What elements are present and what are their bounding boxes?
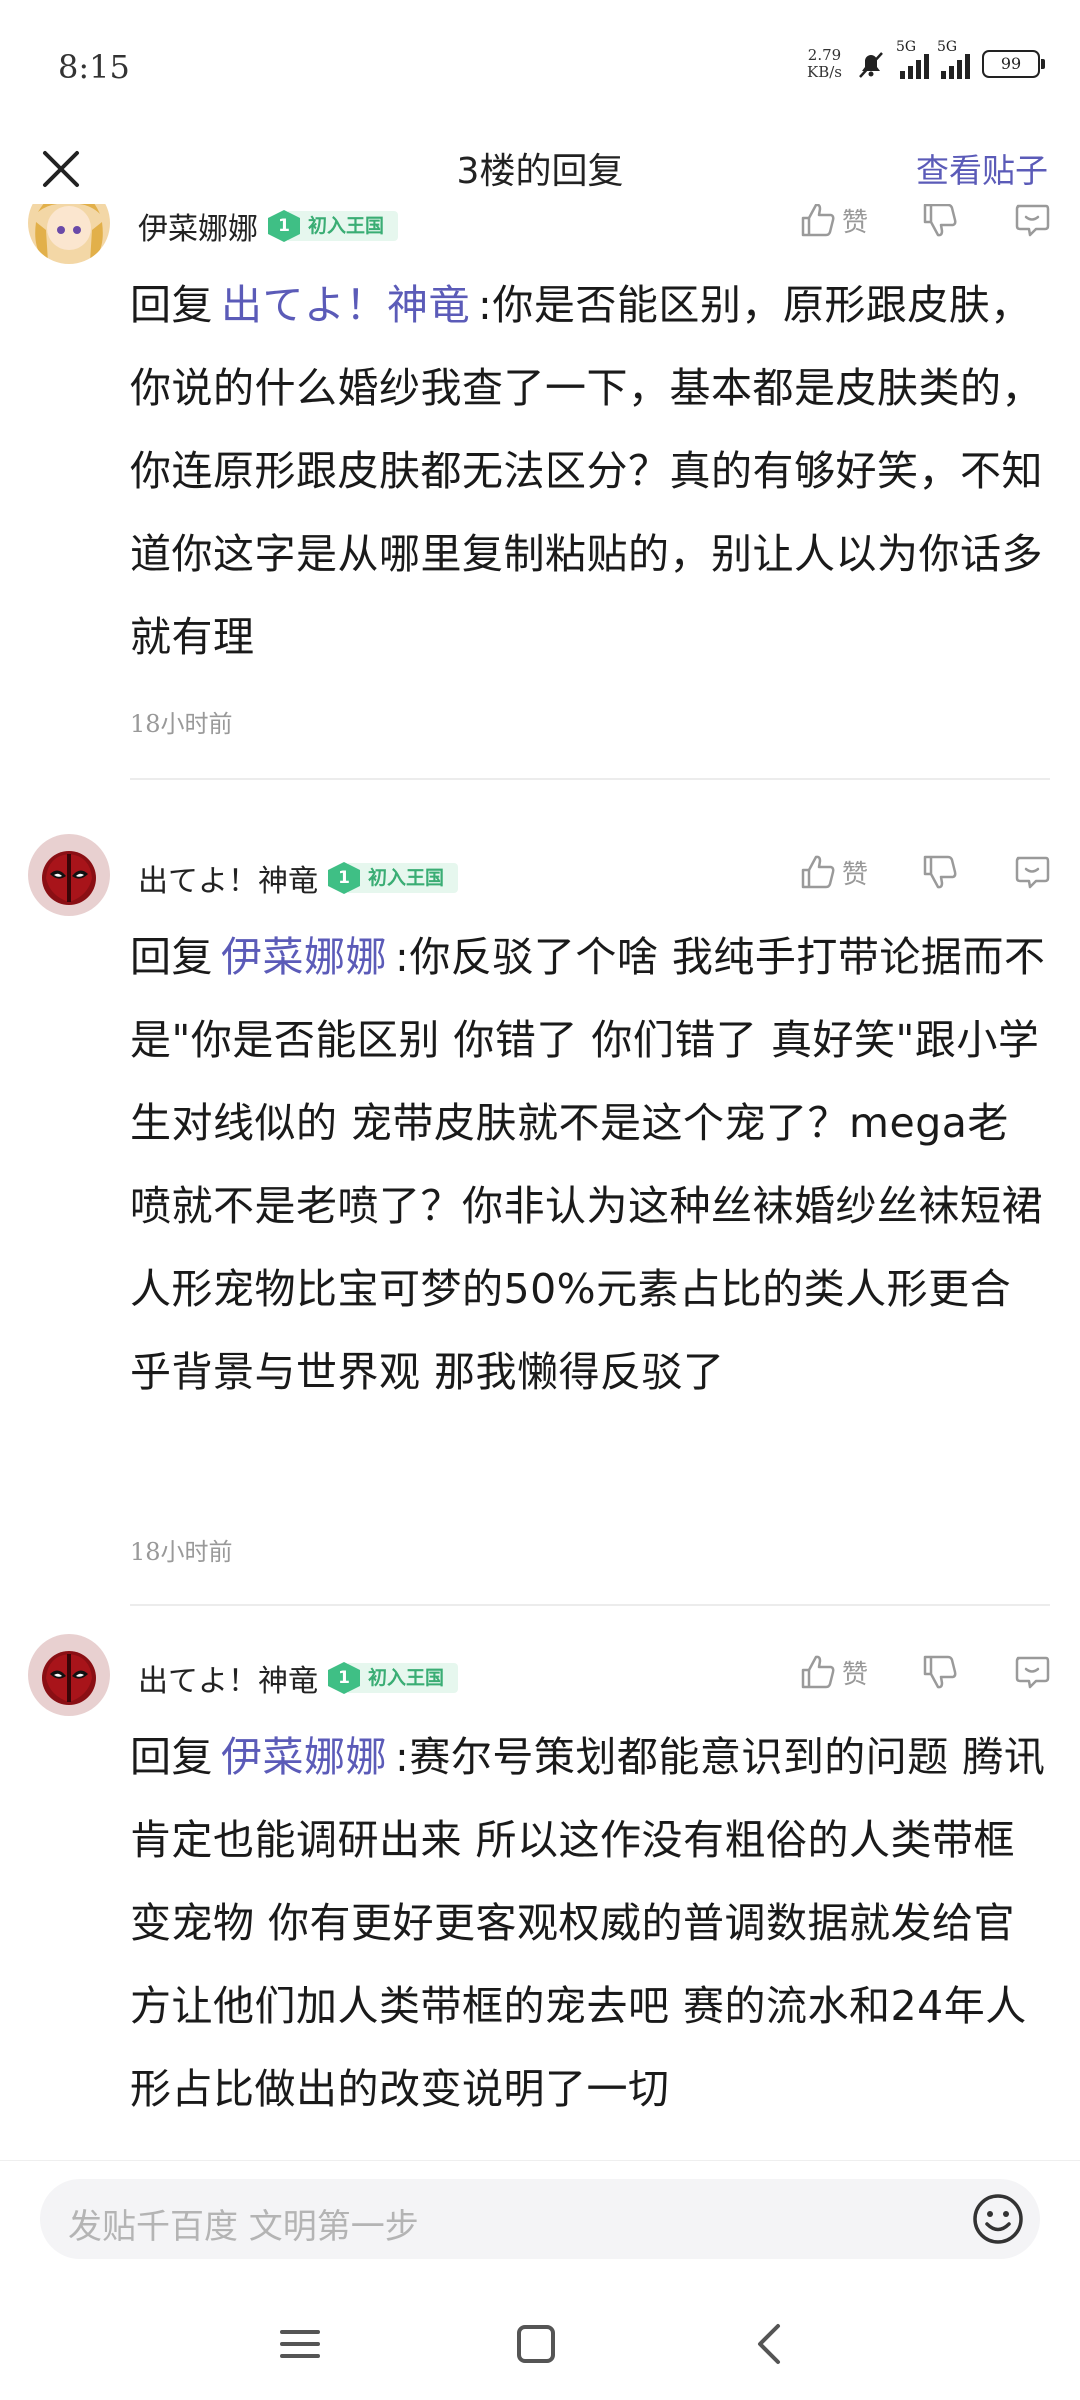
avatar[interactable]: [28, 1634, 110, 1716]
battery-icon: 99: [982, 50, 1045, 78]
like-label: 赞: [841, 207, 868, 238]
like-label: 赞: [841, 859, 868, 890]
comment-text: 回复 出てよ！神竜:你是否能区别，原形跟皮肤，你说的什么婚纱我查了一下，基本都是皮…: [130, 264, 1050, 679]
username[interactable]: 伊菜娜娜 1 初入王国: [138, 204, 399, 248]
reply-input-bar: 发贴千百度 文明第一步: [0, 2160, 1080, 2291]
comment-icon: [1015, 204, 1050, 237]
back-icon[interactable]: [740, 2314, 800, 2374]
reply-list[interactable]: 伊菜娜娜 1 初入王国 赞 回复 出てよ！神竜:你是否能区别，原形跟皮肤，你说的什…: [0, 204, 1080, 2160]
thumbs-up-icon: [801, 204, 835, 237]
level-badge: 1 初入王国: [328, 862, 459, 894]
input-placeholder: 发贴千百度 文明第一步: [68, 2207, 419, 2247]
comment-text: 回复 伊菜娜娜:赛尔号策划都能意识到的问题 腾讯肯定也能调研出来 所以这作没有粗俗…: [130, 1716, 1050, 2131]
comment-text: 回复 伊菜娜娜:你反驳了个啥 我纯手打带论据而不是"你是否能区别 你错了 你们错了…: [130, 916, 1050, 1414]
username[interactable]: 出てよ！神竜 1 初入王国: [138, 856, 459, 900]
divider: [130, 778, 1050, 780]
status-time: 8:15: [58, 48, 130, 86]
system-nav-bar: [0, 2290, 1080, 2400]
divider: [130, 1604, 1050, 1606]
reply-prefix: 回复: [130, 933, 213, 981]
username[interactable]: 出てよ！神竜 1 初入王国: [138, 1656, 459, 1700]
reply-button[interactable]: [1012, 852, 1052, 892]
thumbs-down-icon: [923, 1655, 957, 1689]
thumbs-up-icon: [801, 1655, 835, 1689]
status-bar: 8:15 2.79 KB/s 5G 5G 99: [0, 0, 1080, 130]
menu-icon[interactable]: [270, 2314, 330, 2374]
reply-button[interactable]: [1012, 204, 1052, 240]
reply-prefix: 回复: [130, 1733, 213, 1781]
comment-actions: 赞: [798, 204, 1052, 240]
comment-icon: [1015, 856, 1050, 889]
username-text: 出てよ！神竜: [138, 1664, 318, 1699]
like-button[interactable]: 赞: [798, 852, 868, 892]
level-badge: 1 初入王国: [328, 1662, 459, 1694]
comment-body: :赛尔号策划都能意识到的问题 腾讯肯定也能调研出来 所以这作没有粗俗的人类带框变…: [130, 1733, 1046, 2113]
dislike-button[interactable]: [920, 204, 960, 240]
avatar[interactable]: [28, 834, 110, 916]
view-post-link[interactable]: 查看贴子: [916, 144, 1048, 192]
signal-icon-2: 5G: [937, 39, 970, 79]
signal-icon-1: 5G: [896, 39, 929, 79]
comment-body: :你是否能区别，原形跟皮肤，你说的什么婚纱我查了一下，基本都是皮肤类的，你连原形…: [130, 281, 1043, 661]
thumbs-down-icon: [923, 855, 957, 889]
reply-button[interactable]: [1012, 1652, 1052, 1692]
like-button[interactable]: 赞: [798, 1652, 868, 1692]
level-name: 初入王国: [288, 211, 399, 241]
level-name: 初入王国: [348, 1663, 459, 1693]
reply-prefix: 回复: [130, 281, 213, 329]
avatar[interactable]: [28, 204, 110, 264]
status-icons: 2.79 KB/s 5G 5G 99: [807, 39, 1045, 84]
comment-time: 18小时前: [130, 1538, 233, 1566]
home-icon[interactable]: [506, 2314, 566, 2374]
smiley-icon[interactable]: [970, 2191, 1026, 2247]
mention-link[interactable]: 出てよ！神竜: [221, 281, 470, 329]
like-button[interactable]: 赞: [798, 204, 868, 240]
comment-icon: [1015, 1656, 1050, 1689]
network-speed-value: 2.79: [807, 46, 842, 64]
level-badge: 1 初入王国: [268, 210, 399, 242]
network-speed: 2.79 KB/s: [807, 47, 842, 81]
level-name: 初入王国: [348, 863, 459, 893]
network-speed-unit: KB/s: [807, 63, 842, 81]
reply-input[interactable]: 发贴千百度 文明第一步: [40, 2179, 1040, 2259]
dislike-button[interactable]: [920, 1652, 960, 1692]
header: 3楼的回复 查看贴子: [0, 130, 1080, 204]
network-type-2: 5G: [937, 39, 958, 55]
username-text: 出てよ！神竜: [138, 864, 318, 899]
comment-actions: 赞: [798, 852, 1052, 892]
thumbs-down-icon: [923, 204, 957, 237]
comment-body: :你反驳了个啥 我纯手打带论据而不是"你是否能区别 你错了 你们错了 真好笑"跟…: [130, 933, 1046, 1396]
like-label: 赞: [841, 1659, 868, 1690]
mention-link[interactable]: 伊菜娜娜: [221, 933, 387, 981]
mention-link[interactable]: 伊菜娜娜: [221, 1733, 387, 1781]
comment-actions: 赞: [798, 1652, 1052, 1692]
mute-icon: [859, 52, 883, 78]
thumbs-up-icon: [801, 855, 835, 889]
username-text: 伊菜娜娜: [138, 212, 258, 247]
comment-time: 18小时前: [130, 710, 233, 738]
dislike-button[interactable]: [920, 852, 960, 892]
network-type-1: 5G: [896, 39, 917, 55]
